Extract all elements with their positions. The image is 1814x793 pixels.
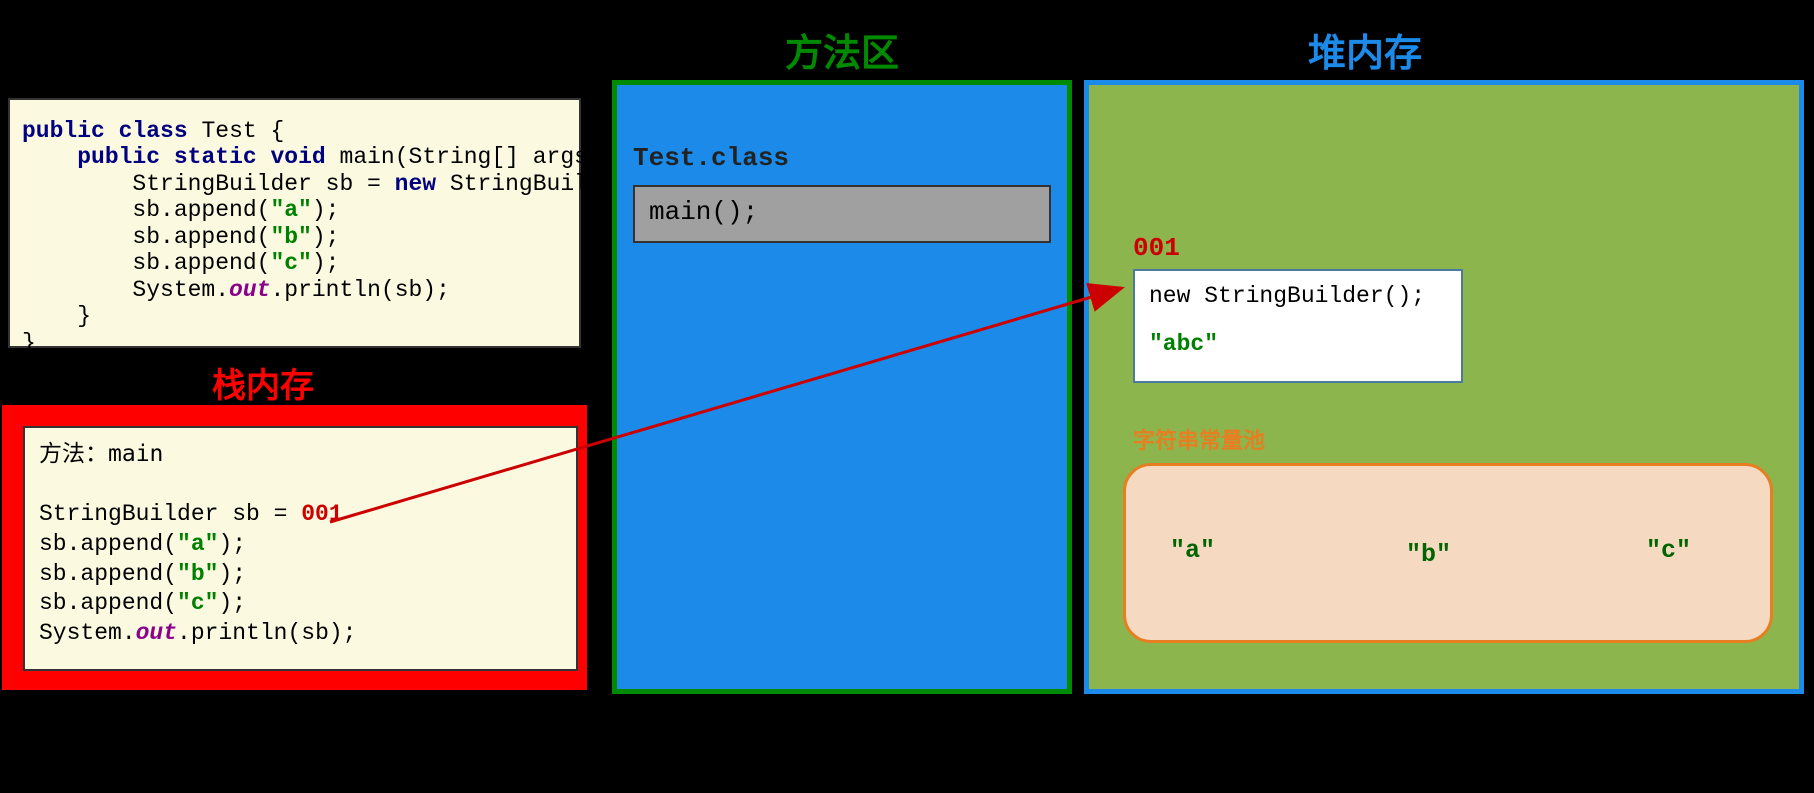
kw-new: new	[395, 171, 436, 197]
kw-class: class	[119, 118, 188, 144]
heap-address-ref: 001	[301, 501, 342, 527]
source-code-panel: public class Test { public static void m…	[8, 98, 581, 348]
heap-object-value: "abc"	[1149, 331, 1447, 357]
code-text: .println(sb);	[270, 277, 449, 303]
pool-string-b: "b"	[1406, 540, 1451, 569]
heap-object-box: new StringBuilder(); "abc"	[1133, 269, 1463, 383]
method-area-box: Test.class main();	[612, 80, 1072, 694]
heap-memory-label: 堆内存	[1308, 22, 1422, 77]
pool-string-c: "c"	[1646, 536, 1691, 565]
string-literal: "b"	[270, 224, 311, 250]
string-pool-label: 字符串常量池	[1133, 423, 1265, 455]
kw-static: static	[174, 144, 257, 170]
stack-text: StringBuilder sb =	[39, 501, 301, 527]
code-text: );	[312, 224, 340, 250]
code-text: Test {	[188, 118, 285, 144]
stack-memory-box: 方法：main StringBuilder sb = 001 sb.append…	[2, 405, 587, 690]
heap-memory-box: 001 new StringBuilder(); "abc" 字符串常量池 "a…	[1084, 80, 1804, 694]
code-text: main(String[] args) {	[326, 144, 630, 170]
stack-text: System.	[39, 620, 136, 646]
stack-frame: 方法：main StringBuilder sb = 001 sb.append…	[23, 426, 578, 671]
code-text: sb.append(	[22, 224, 270, 250]
class-label: Test.class	[633, 143, 789, 173]
out-ref: out	[229, 277, 270, 303]
stack-text: sb.append(	[39, 590, 177, 616]
code-text: sb.append(	[22, 197, 270, 223]
code-text: StringBuilder sb =	[22, 171, 395, 197]
heap-object-line: new StringBuilder();	[1149, 283, 1447, 309]
pool-string-a: "a"	[1170, 536, 1215, 565]
method-area-label: 方法区	[785, 22, 899, 77]
heap-address-label: 001	[1133, 233, 1180, 263]
stack-method-label: 方法：	[39, 441, 108, 467]
string-literal: "c"	[270, 250, 311, 276]
code-text: );	[312, 250, 340, 276]
code-text: }	[22, 330, 36, 356]
code-text: System.	[22, 277, 229, 303]
code-text: }	[22, 303, 91, 329]
kw-void: void	[271, 144, 326, 170]
out-ref: out	[136, 620, 177, 646]
code-text: );	[312, 197, 340, 223]
stack-text: );	[218, 561, 246, 587]
stack-memory-label: 栈内存	[212, 358, 314, 407]
code-text: sb.append(	[22, 250, 270, 276]
stack-method-name: main	[108, 441, 163, 467]
stack-text: sb.append(	[39, 561, 177, 587]
string-literal: "b"	[177, 561, 218, 587]
string-constant-pool: "a" "b" "c"	[1123, 463, 1773, 643]
stack-text: sb.append(	[39, 531, 177, 557]
string-literal: "a"	[177, 531, 218, 557]
diagram-container: public class Test { public static void m…	[0, 0, 1814, 793]
method-main-box: main();	[633, 185, 1051, 243]
string-literal: "a"	[270, 197, 311, 223]
kw-public: public	[77, 144, 160, 170]
string-literal: "c"	[177, 590, 218, 616]
stack-text: );	[218, 531, 246, 557]
stack-text: .println(sb);	[177, 620, 356, 646]
kw-public: public	[22, 118, 105, 144]
stack-text: );	[218, 590, 246, 616]
